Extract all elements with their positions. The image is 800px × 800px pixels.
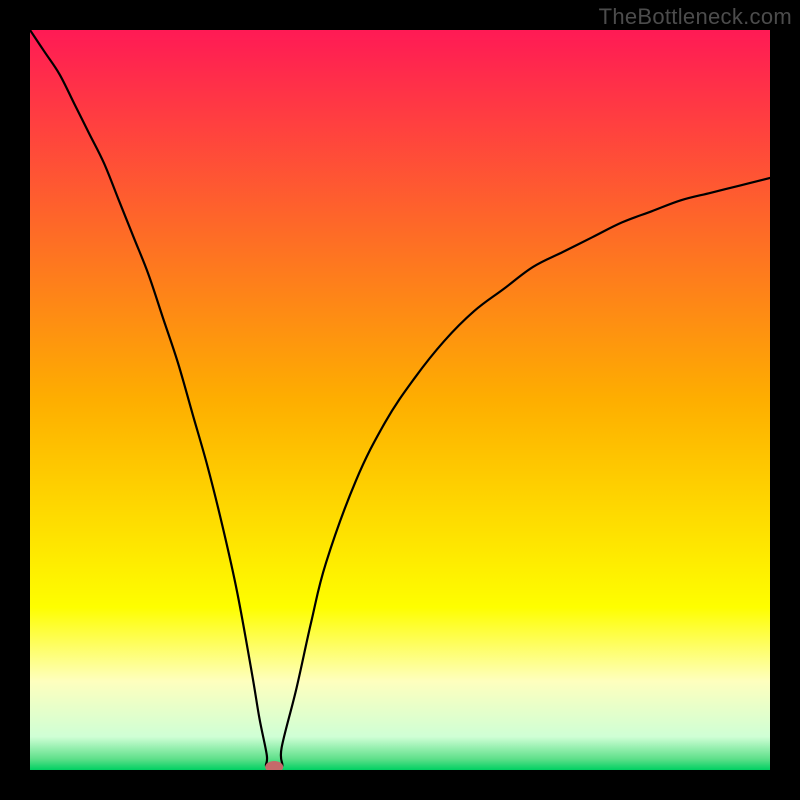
chart-frame: TheBottleneck.com	[0, 0, 800, 800]
plot-area	[30, 30, 770, 770]
watermark-text: TheBottleneck.com	[599, 4, 792, 30]
bottleneck-chart	[30, 30, 770, 770]
